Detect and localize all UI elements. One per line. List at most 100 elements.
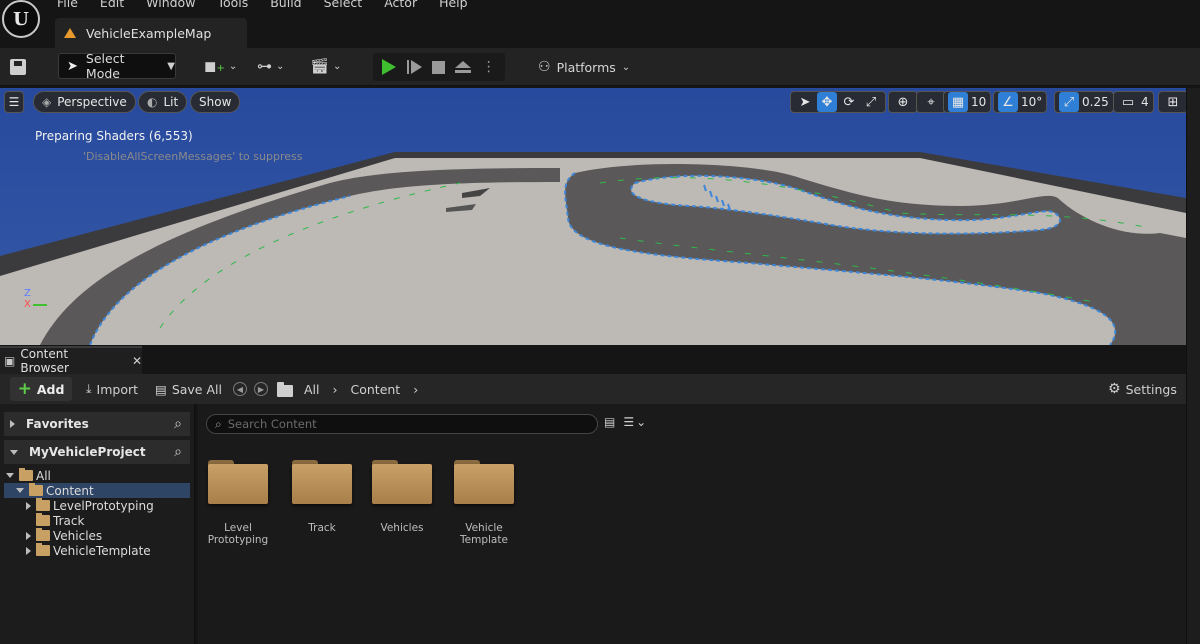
perspective-button[interactable]: ◈ Perspective — [33, 91, 136, 113]
tree-item-content[interactable]: Content — [4, 483, 190, 498]
save-search-icon[interactable]: ▤ — [604, 415, 615, 429]
add-button[interactable]: + Add — [10, 377, 72, 401]
unreal-logo-icon[interactable]: U — [2, 0, 40, 38]
content-browser-tab[interactable]: ▣ Content Browser ✕ — [0, 346, 142, 375]
scale-snap-value: 0.25 — [1082, 95, 1109, 109]
camera-speed-button[interactable]: ▭ 4 — [1113, 91, 1154, 113]
tree-item-track[interactable]: Track — [4, 513, 190, 528]
chevron-down-icon[interactable]: ⌄ — [636, 415, 646, 429]
angle-icon: ∠ — [998, 92, 1018, 112]
viewport-toolbar: ☰ ◈ Perspective ◐ Lit Show ➤ ✥ ⟳ ⤢ ⊕ ⌖ ▦… — [0, 91, 1186, 115]
eject-icon[interactable] — [455, 61, 472, 73]
folder-tile-track[interactable]: Track — [286, 454, 358, 534]
advance-frame-icon[interactable] — [406, 60, 422, 74]
tree-item-label: VehicleTemplate — [53, 543, 151, 558]
folder-tile-label: Level Prototyping — [207, 522, 269, 546]
grid-snap-button[interactable]: ▦ 10 — [943, 91, 992, 113]
world-local-button[interactable]: ⊕ — [888, 91, 918, 113]
breadcrumb: All › Content › — [277, 377, 418, 401]
favorites-header[interactable]: Favorites ⌕ — [4, 412, 190, 436]
tree-item-all[interactable]: All — [4, 468, 190, 483]
folder-icon — [19, 468, 33, 481]
breadcrumb-separator-icon[interactable]: › — [413, 382, 418, 397]
scale-snap-button[interactable]: ⤢ 0.25 — [1054, 91, 1114, 113]
tree-item-levelprototyping[interactable]: LevelPrototyping — [4, 498, 190, 513]
breadcrumb-separator-icon[interactable]: › — [333, 382, 338, 397]
folder-tile-levelprototyping[interactable]: Level Prototyping — [202, 454, 274, 546]
folder-tree: All Content LevelPrototyping Track Vehic… — [4, 468, 190, 558]
tree-item-vehicletemplate[interactable]: VehicleTemplate — [4, 543, 190, 558]
search-content-input[interactable] — [227, 417, 568, 431]
chevron-down-icon: ⌄ — [276, 60, 285, 72]
menu-window[interactable]: Window — [146, 0, 195, 10]
tree-item-label: All — [36, 468, 51, 483]
settings-button[interactable]: ⚙ Settings — [1108, 377, 1177, 401]
cursor-icon: ➤ — [67, 58, 78, 74]
content-browser-tabbar: ▣ Content Browser ✕ — [0, 346, 1186, 375]
viewport-layout-button[interactable]: ⊞ — [1158, 91, 1186, 113]
breadcrumb-content[interactable]: Content — [351, 382, 401, 397]
right-panel-edge[interactable] — [1186, 88, 1200, 644]
folder-tile-label: Vehicles — [380, 522, 424, 534]
close-icon[interactable]: ✕ — [132, 354, 142, 368]
import-button[interactable]: ⤓ Import — [86, 377, 138, 401]
save-all-button[interactable]: ▤ Save All — [155, 377, 222, 401]
menu-file[interactable]: File — [57, 0, 78, 10]
menu-help[interactable]: Help — [439, 0, 468, 10]
menu-tools[interactable]: Tools — [217, 0, 248, 10]
save-level-button[interactable] — [8, 57, 28, 77]
collapse-arrow-icon — [26, 501, 31, 510]
menu-select[interactable]: Select — [324, 0, 363, 10]
select-mode-dropdown[interactable]: ➤ Select Mode ▼ — [58, 51, 176, 81]
rotate-tool-icon[interactable]: ⟳ — [839, 92, 859, 112]
play-icon[interactable] — [382, 59, 397, 75]
folder-tile-vehicletemplate[interactable]: Vehicle Template — [448, 454, 520, 546]
add-actor-button[interactable]: ◼+ ⌄ — [204, 57, 237, 75]
chevron-down-icon: ⌄ — [621, 61, 631, 73]
lit-button[interactable]: ◐ Lit — [138, 91, 188, 113]
shader-status-message: Preparing Shaders (6,553) — [35, 129, 193, 143]
rotation-snap-button[interactable]: ∠ 10° — [993, 91, 1048, 113]
tree-item-vehicles[interactable]: Vehicles — [4, 528, 190, 543]
surface-snap-button[interactable]: ⌖ — [916, 91, 946, 113]
menu-actor[interactable]: Actor — [384, 0, 417, 10]
favorites-label: Favorites — [26, 417, 89, 431]
search-icon[interactable]: ⌕ — [174, 444, 182, 460]
menu-build[interactable]: Build — [270, 0, 301, 10]
history-back-button[interactable]: ◀ — [233, 377, 247, 401]
filter-controls: ▤ ☰ ⌄ — [604, 415, 646, 429]
play-options-icon[interactable]: ⋮ — [482, 59, 496, 75]
breadcrumb-all[interactable]: All — [304, 382, 320, 397]
folder-icon — [29, 483, 43, 496]
filter-icon[interactable]: ☰ — [623, 415, 634, 429]
level-document-tab[interactable]: VehicleExampleMap — [55, 18, 247, 48]
surface-snap-icon: ⌖ — [927, 94, 935, 110]
scale-tool-icon[interactable]: ⤢ — [861, 92, 881, 112]
plus-icon: + — [17, 379, 32, 399]
history-forward-button[interactable]: ▶ — [254, 377, 268, 401]
show-button[interactable]: Show — [190, 91, 241, 113]
search-content-box: ⌕ — [206, 414, 598, 434]
viewport-menu-button[interactable]: ☰ — [4, 91, 24, 113]
layout-grid-icon: ⊞ — [1167, 94, 1179, 110]
folder-icon — [36, 528, 50, 541]
axis-gizmo: Z X — [24, 288, 47, 310]
clapperboard-icon: 🎬︎ — [310, 57, 330, 75]
cinematics-button[interactable]: 🎬︎ ⌄ — [310, 57, 341, 75]
content-browser-tab-label: Content Browser — [20, 347, 69, 375]
project-header[interactable]: MyVehicleProject ⌕ — [4, 440, 190, 464]
stop-icon[interactable] — [431, 60, 445, 74]
save-all-icon: ▤ — [155, 381, 167, 397]
translate-tool-icon[interactable]: ✥ — [817, 92, 837, 112]
platforms-dropdown[interactable]: ⚇ Platforms ⌄ — [532, 53, 636, 81]
blueprint-button[interactable]: ⊶ ⌄ — [257, 57, 284, 75]
menu-edit[interactable]: Edit — [100, 0, 124, 10]
folder-tile-vehicles[interactable]: Vehicles — [366, 454, 438, 534]
select-tool-icon[interactable]: ➤ — [795, 92, 815, 112]
folder-icon — [36, 498, 50, 511]
search-icon[interactable]: ⌕ — [174, 416, 182, 432]
expand-arrow-icon — [16, 488, 24, 493]
scale-snap-icon: ⤢ — [1059, 92, 1079, 112]
level-viewport[interactable]: ☰ ◈ Perspective ◐ Lit Show ➤ ✥ ⟳ ⤢ ⊕ ⌖ ▦… — [0, 88, 1186, 345]
chevron-down-icon: ⌄ — [333, 60, 342, 72]
